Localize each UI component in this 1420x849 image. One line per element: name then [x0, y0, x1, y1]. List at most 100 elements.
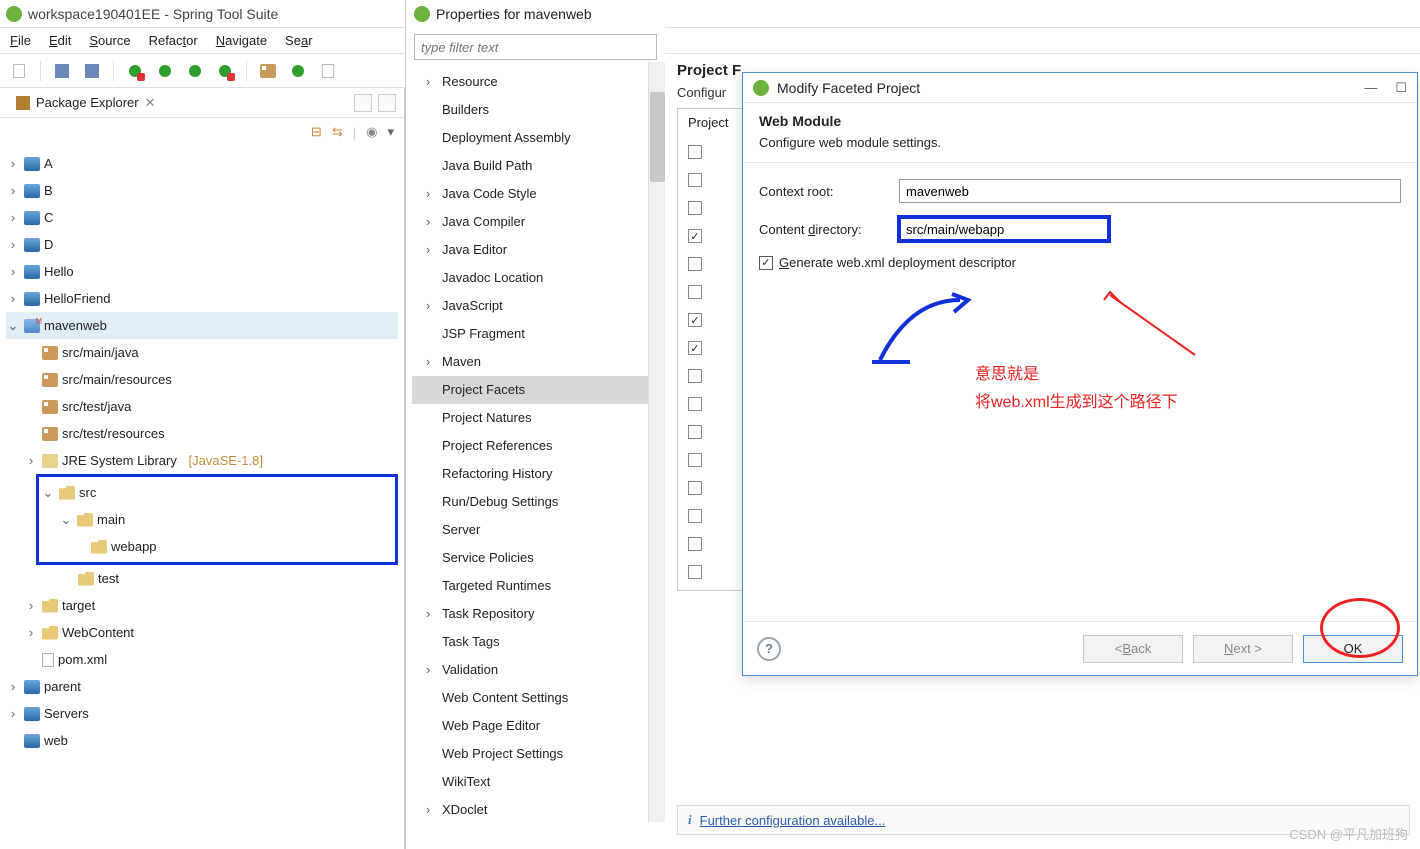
tree-label[interactable]: pom.xml	[58, 646, 107, 673]
property-item[interactable]: Web Page Editor	[412, 712, 659, 740]
facet-checkbox[interactable]	[688, 481, 702, 495]
facet-checkbox[interactable]	[688, 509, 702, 523]
facet-checkbox[interactable]	[688, 453, 702, 467]
menu-navigate[interactable]: Navigate	[216, 33, 267, 48]
twisty-icon[interactable]: ⌄	[41, 479, 55, 506]
scrollbar-thumb[interactable]	[650, 92, 665, 182]
tree-label[interactable]: mavenweb	[44, 312, 107, 339]
twisty-icon[interactable]: ›	[6, 150, 20, 177]
property-item[interactable]: ›Java Compiler	[412, 208, 659, 236]
stop-button[interactable]	[214, 60, 236, 82]
twisty-icon[interactable]: ›	[426, 208, 438, 236]
tree-label[interactable]: src/main/java	[62, 339, 139, 366]
twisty-icon[interactable]: ›	[24, 592, 38, 619]
back-button[interactable]: < Back	[1083, 635, 1183, 663]
twisty-icon[interactable]: ›	[6, 258, 20, 285]
facet-checkbox[interactable]	[688, 397, 702, 411]
collapse-all-icon[interactable]: ⊟	[311, 124, 322, 140]
property-item[interactable]: Refactoring History	[412, 460, 659, 488]
help-button[interactable]: ?	[757, 637, 781, 661]
property-item[interactable]: Service Policies	[412, 544, 659, 572]
tree-label[interactable]: target	[62, 592, 95, 619]
facet-checkbox[interactable]	[688, 173, 702, 187]
facet-checkbox[interactable]	[688, 369, 702, 383]
tree-label[interactable]: parent	[44, 673, 81, 700]
link-editor-icon[interactable]: ⇆	[332, 124, 343, 140]
minimize-view-button[interactable]	[354, 94, 372, 112]
twisty-icon[interactable]: ›	[426, 292, 438, 320]
facet-checkbox[interactable]	[688, 425, 702, 439]
new-package-button[interactable]	[257, 60, 279, 82]
twisty-icon[interactable]: ›	[6, 177, 20, 204]
twisty-icon[interactable]: ⌄	[59, 506, 73, 533]
tree-label[interactable]: Servers	[44, 700, 89, 727]
facet-checkbox[interactable]	[688, 537, 702, 551]
property-item[interactable]: Server	[412, 516, 659, 544]
new-class-button[interactable]	[287, 60, 309, 82]
menu-file[interactable]: File	[10, 33, 31, 48]
focus-task-icon[interactable]: ◉	[366, 124, 377, 140]
tree-label[interactable]: C	[44, 204, 53, 231]
tree-label[interactable]: A	[44, 150, 53, 177]
property-item[interactable]: ›Task Repository	[412, 600, 659, 628]
run-button[interactable]	[154, 60, 176, 82]
tree-label[interactable]: JRE System Library	[62, 447, 177, 474]
property-item[interactable]: Builders	[412, 96, 659, 124]
tree-label[interactable]: B	[44, 177, 53, 204]
property-item[interactable]: ›Resource	[412, 68, 659, 96]
tree-label[interactable]: src/main/resources	[62, 366, 172, 393]
tree-label[interactable]: src	[79, 479, 96, 506]
save-button[interactable]	[51, 60, 73, 82]
ok-button[interactable]: OK	[1303, 635, 1403, 663]
tree-label[interactable]: WebContent	[62, 619, 134, 646]
close-icon[interactable]: ✕	[145, 95, 156, 111]
tree-label[interactable]: HelloFriend	[44, 285, 110, 312]
property-item[interactable]: Project Natures	[412, 404, 659, 432]
property-item[interactable]: ›Validation	[412, 656, 659, 684]
tree-label[interactable]: src/test/java	[62, 393, 131, 420]
twisty-icon[interactable]: ›	[6, 673, 20, 700]
twisty-icon[interactable]: ›	[426, 180, 438, 208]
maximize-icon[interactable]: ☐	[1395, 80, 1407, 96]
twisty-icon[interactable]: ›	[6, 700, 20, 727]
property-item[interactable]: ›Maven	[412, 348, 659, 376]
twisty-icon[interactable]: ›	[426, 600, 438, 628]
twisty-icon[interactable]: ›	[24, 447, 38, 474]
properties-tree[interactable]: ›ResourceBuildersDeployment AssemblyJava…	[406, 66, 665, 826]
property-item[interactable]: Project References	[412, 432, 659, 460]
tree-label[interactable]: D	[44, 231, 53, 258]
view-menu-icon[interactable]: ▾	[387, 124, 394, 140]
further-config-link[interactable]: Further configuration available...	[700, 813, 886, 828]
minimize-icon[interactable]: —	[1364, 80, 1377, 96]
dialog-title-bar[interactable]: Modify Faceted Project — ☐	[743, 73, 1417, 103]
facet-checkbox[interactable]	[688, 201, 702, 215]
tree-label[interactable]: web	[44, 727, 68, 754]
facet-checkbox[interactable]	[688, 257, 702, 271]
property-item[interactable]: Web Content Settings	[412, 684, 659, 712]
run-last-button[interactable]	[184, 60, 206, 82]
property-item[interactable]: Targeted Runtimes	[412, 572, 659, 600]
menu-source[interactable]: Source	[89, 33, 130, 48]
next-button[interactable]: Next >	[1193, 635, 1293, 663]
property-item[interactable]: Java Build Path	[412, 152, 659, 180]
facet-checkbox[interactable]	[688, 229, 702, 243]
property-item[interactable]: Javadoc Location	[412, 264, 659, 292]
property-item[interactable]: JSP Fragment	[412, 320, 659, 348]
tree-label[interactable]: webapp	[111, 533, 157, 560]
tree-label[interactable]: src/test/resources	[62, 420, 165, 447]
filter-input[interactable]	[414, 34, 657, 60]
facet-checkbox[interactable]	[688, 341, 702, 355]
twisty-icon[interactable]: ›	[6, 204, 20, 231]
menu-edit[interactable]: Edit	[49, 33, 71, 48]
save-all-button[interactable]	[81, 60, 103, 82]
generate-webxml-checkbox[interactable]	[759, 256, 773, 270]
property-item[interactable]: ›JavaScript	[412, 292, 659, 320]
property-item[interactable]: ›Java Code Style	[412, 180, 659, 208]
open-type-button[interactable]	[317, 60, 339, 82]
twisty-icon[interactable]: ›	[426, 796, 438, 824]
twisty-icon[interactable]: ›	[426, 348, 438, 376]
tree-label[interactable]: main	[97, 506, 125, 533]
property-item[interactable]: Run/Debug Settings	[412, 488, 659, 516]
maximize-view-button[interactable]	[378, 94, 396, 112]
tree-label[interactable]: test	[98, 565, 119, 592]
